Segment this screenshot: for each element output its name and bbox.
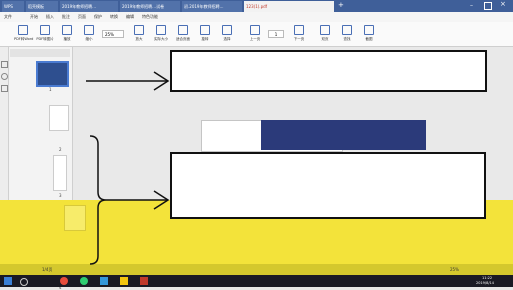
thumbnail-page-num: 1: [49, 87, 52, 92]
app-icon-folder[interactable]: [120, 277, 128, 285]
thumbnail-page-1[interactable]: [36, 61, 69, 87]
screenshot-button[interactable]: 截图: [360, 24, 378, 44]
menu-features[interactable]: 特色功能: [142, 12, 158, 22]
next-page-button[interactable]: 下一页: [290, 24, 308, 44]
thumbnail-page-2[interactable]: [49, 105, 69, 131]
bookmark-icon[interactable]: [1, 73, 8, 80]
menu-home[interactable]: 开始: [30, 12, 38, 22]
menu-edit[interactable]: 编辑: [126, 12, 134, 22]
arrow-top: [86, 71, 170, 91]
fit-page-icon: [178, 25, 188, 35]
pdf-to-image-button[interactable]: PDF转图片: [36, 24, 54, 44]
page-input[interactable]: 1: [268, 30, 284, 38]
search-icon[interactable]: [20, 278, 28, 286]
start-icon[interactable]: [4, 277, 12, 285]
tool-label: PDF转Word: [14, 37, 34, 41]
zoom-field[interactable]: 25%: [102, 30, 124, 38]
status-page: 1/4页: [42, 267, 53, 272]
add-tab-icon[interactable]: +: [338, 2, 345, 9]
fit-page-button[interactable]: 适合页面: [174, 24, 192, 44]
tab-template[interactable]: 稻壳模板: [26, 1, 58, 12]
image-icon: [40, 25, 50, 35]
select-icon: [222, 25, 232, 35]
app-icon-wps[interactable]: [140, 277, 148, 285]
thumbnail-page-num: 2: [59, 147, 62, 152]
thumbnail-page-3[interactable]: [53, 155, 67, 191]
tool-label: 上一页: [249, 37, 261, 41]
tool-label: 适合页面: [176, 37, 190, 41]
find-button[interactable]: 查找: [338, 24, 356, 44]
maximize-icon[interactable]: [484, 2, 492, 10]
status-zoom: 25%: [450, 267, 459, 272]
prev-page-button[interactable]: 上一页: [246, 24, 264, 44]
tab-doc-1[interactable]: 2019年教师招聘…: [60, 1, 118, 12]
menu-protect[interactable]: 保护: [94, 12, 102, 22]
tool-label: 双页: [321, 37, 329, 41]
tool-label: 播放: [63, 37, 71, 41]
menu-page[interactable]: 页面: [78, 12, 86, 22]
annotation-box-bottom: [170, 152, 486, 219]
app-icon-browser[interactable]: [60, 277, 68, 285]
select-button[interactable]: 选择: [218, 24, 236, 44]
chevron-right-icon: [294, 25, 304, 35]
tab-wps[interactable]: WPS: [2, 1, 24, 12]
tab-doc-2[interactable]: 2019年教师招聘…试卷: [120, 1, 180, 12]
annotation-box-top: [170, 50, 487, 92]
search-icon: [342, 25, 352, 35]
word-icon: [18, 25, 28, 35]
tool-label: 放大: [135, 37, 143, 41]
zoom-in-button[interactable]: 放大: [130, 24, 148, 44]
rotate-icon: [200, 25, 210, 35]
zoom-out-button[interactable]: 缩小: [80, 24, 98, 44]
thumbnail-icon[interactable]: [1, 61, 8, 68]
tool-label: 缩小: [85, 37, 93, 41]
play-icon: [62, 25, 72, 35]
actual-size-icon: [156, 25, 166, 35]
pdf-page-illustration: [261, 120, 426, 150]
pdf-to-word-button[interactable]: PDF转Word: [14, 24, 34, 44]
zoom-in-icon: [134, 25, 144, 35]
tool-label: PDF转图片: [36, 37, 54, 41]
tool-label: 旋转: [201, 37, 209, 41]
tab-active-pdf[interactable]: 123(1).pdf: [244, 1, 334, 12]
status-bar: 1/4页 25%: [0, 264, 513, 275]
scissors-icon: [364, 25, 374, 35]
menu-convert[interactable]: 转换: [110, 12, 118, 22]
tab-doc-3[interactable]: 初.2019年教师招聘…: [182, 1, 242, 12]
tool-label: 截图: [365, 37, 373, 41]
tool-label: 下一页: [293, 37, 305, 41]
play-button[interactable]: 播放: [58, 24, 76, 44]
bracket-arrow: [89, 135, 170, 265]
clock-date: 2019/8/14: [476, 281, 494, 285]
menu-annotate[interactable]: 批注: [62, 12, 70, 22]
zoom-out-icon: [84, 25, 94, 35]
actual-size-button[interactable]: 实际大小: [152, 24, 170, 44]
thumbnail-page-num: 3: [59, 193, 62, 198]
menu-file[interactable]: 文件: [4, 12, 12, 22]
tool-label: 查找: [343, 37, 351, 41]
clock-time: 11:22: [482, 276, 493, 280]
menu-insert[interactable]: 插入: [46, 12, 54, 22]
minimize-icon[interactable]: –: [470, 2, 478, 10]
tool-label: 选择: [223, 37, 231, 41]
rotate-button[interactable]: 旋转: [196, 24, 214, 44]
chevron-left-icon: [250, 25, 260, 35]
toolbar: PDF转Word PDF转图片 播放 缩小 25% 放大 实际大小 适合页面 旋…: [0, 22, 513, 59]
taskbar: 11:22 2019/8/14: [0, 275, 513, 287]
close-icon[interactable]: ×: [500, 0, 510, 10]
two-page-icon: [320, 25, 330, 35]
app-icon-chrome[interactable]: [80, 277, 88, 285]
app-icon-explorer[interactable]: [100, 277, 108, 285]
annotation-icon[interactable]: [1, 85, 8, 92]
tab-bar: WPS 稻壳模板 2019年教师招聘… 2019年教师招聘…试卷 初.2019年…: [0, 0, 513, 12]
tool-label: 实际大小: [154, 37, 168, 41]
panel-header: [10, 49, 70, 57]
two-page-button[interactable]: 双页: [316, 24, 334, 44]
